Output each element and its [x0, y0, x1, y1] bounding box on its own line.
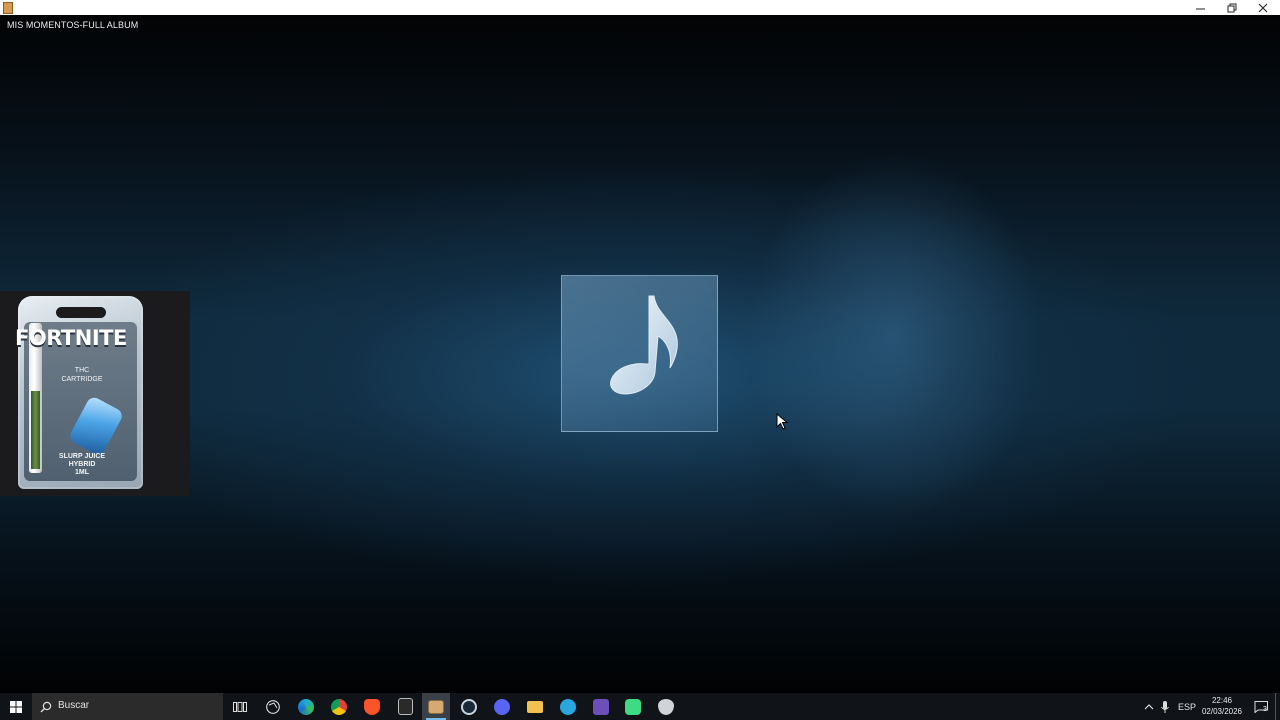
app-icon: [3, 2, 13, 14]
task-view-icon: [233, 701, 247, 712]
media-player-button[interactable]: [422, 693, 450, 720]
security-app-button[interactable]: [654, 693, 678, 720]
mouse-cursor-icon: [776, 413, 788, 430]
shield-icon: [658, 698, 674, 715]
calendar-app-button[interactable]: [589, 693, 613, 720]
product-line-2: CARTRIDGE: [61, 376, 103, 383]
clock-time: 22:46: [1211, 696, 1233, 705]
media-title: MIS MOMENTOS-FULL ALBUM: [7, 20, 139, 30]
clock[interactable]: 22:46 02/03/2026: [1198, 695, 1246, 717]
window-title-bar[interactable]: [0, 0, 1280, 15]
flavor-line-1: SLURP JUICE: [58, 453, 106, 460]
close-button[interactable]: [1248, 0, 1278, 15]
restore-icon: [1227, 3, 1237, 12]
flavor-line-2: HYBRID: [68, 461, 96, 468]
show-hidden-icons-button[interactable]: [1141, 693, 1157, 720]
file-explorer-button[interactable]: [523, 693, 547, 720]
music-note-icon: [610, 295, 678, 395]
notification-center-button[interactable]: 3: [1250, 693, 1272, 720]
flavor-line-3: 1ML: [75, 469, 89, 476]
android-icon: [625, 698, 641, 715]
edge-icon: [298, 698, 314, 715]
windows-logo-icon: [10, 700, 22, 713]
flavor-label: SLURP JUICE HYBRID 1ML: [45, 453, 119, 477]
folder-icon: [527, 700, 543, 713]
microphone-button[interactable]: [1158, 693, 1172, 720]
task-view-button[interactable]: [228, 693, 252, 720]
album-thumbnail: FORTNITE THC CARTRIDGE SLURP JUICE HYBRI…: [0, 291, 190, 496]
minimize-button[interactable]: [1186, 0, 1216, 15]
chrome-button[interactable]: [327, 693, 351, 720]
album-art-placeholder: [561, 275, 718, 432]
cortana-button[interactable]: [261, 693, 285, 720]
steam-icon: [461, 698, 477, 715]
brand-text: FORTNITE: [15, 326, 127, 350]
taskbar-search[interactable]: Buscar: [32, 693, 223, 720]
start-button[interactable]: [0, 693, 32, 720]
product-label: THC CARTRIDGE: [45, 366, 119, 384]
show-desktop-button[interactable]: [1275, 693, 1276, 720]
epic-games-button[interactable]: [393, 693, 417, 720]
brave-icon: [364, 698, 380, 715]
package-hang-hole: [56, 307, 106, 318]
notification-count: 3: [1263, 706, 1267, 713]
language-indicator[interactable]: ESP: [1178, 693, 1196, 720]
media-player-area[interactable]: MIS MOMENTOS-FULL ALBUM FORTNITE THC CAR…: [0, 15, 1280, 693]
microphone-icon: [1161, 700, 1169, 713]
telegram-button[interactable]: [556, 693, 580, 720]
media-player-icon: [428, 699, 444, 714]
discord-button[interactable]: [490, 693, 514, 720]
discord-icon: [494, 698, 510, 715]
cortana-icon: [266, 699, 280, 714]
product-line-1: THC: [74, 367, 90, 374]
telegram-icon: [560, 698, 576, 715]
android-studio-button[interactable]: [621, 693, 645, 720]
search-icon: [40, 701, 52, 713]
maximize-button[interactable]: [1217, 0, 1247, 15]
brave-button[interactable]: [360, 693, 384, 720]
calendar-icon: [593, 698, 609, 715]
close-icon: [1258, 3, 1268, 12]
cartridge-glass: [31, 391, 40, 469]
epic-games-icon: [397, 698, 413, 715]
edge-button[interactable]: [294, 693, 318, 720]
steam-button[interactable]: [457, 693, 481, 720]
chevron-up-icon: [1144, 703, 1154, 709]
clock-date: 02/03/2026: [1201, 707, 1243, 716]
search-placeholder: Buscar: [58, 700, 90, 711]
taskbar: Buscar ESP 22:46 02/03/2026 3: [0, 693, 1280, 720]
minimize-icon: [1196, 8, 1205, 9]
chrome-icon: [331, 698, 347, 715]
